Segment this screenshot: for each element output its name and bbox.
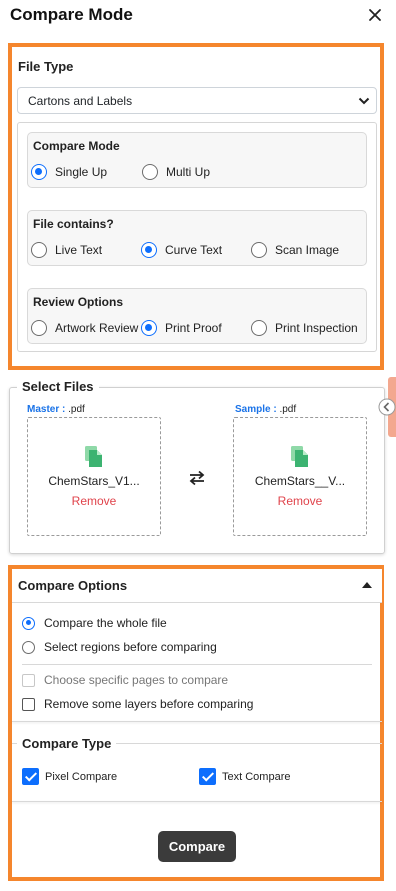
checkbox-label: Remove some layers before comparing (44, 697, 254, 711)
radio-label: Scan Image (275, 243, 340, 257)
radio-label: Compare the whole file (44, 616, 167, 630)
checkbox-label: Text Compare (222, 770, 291, 783)
checkbox-indicator (199, 768, 216, 785)
file-icon (291, 446, 308, 467)
sample-ext: .pdf (276, 404, 297, 415)
radio-label: Single Up (55, 165, 108, 179)
radio-curve-text[interactable]: Curve Text (141, 242, 222, 258)
checkbox-indicator (22, 673, 35, 687)
panel-header: Compare Mode (0, 0, 396, 32)
section-shadow-divider (12, 721, 382, 722)
master-ext: .pdf (65, 404, 85, 415)
compare-button[interactable]: Compare (158, 831, 236, 862)
sample-file-dropzone[interactable]: ChemStars__V... Remove (233, 417, 367, 536)
radio-indicator (141, 242, 157, 258)
radio-print-proof[interactable]: Print Proof (141, 320, 222, 336)
sample-file-name: ChemStars__V... (254, 474, 346, 488)
radio-indicator (31, 320, 47, 336)
radio-indicator (31, 164, 47, 180)
file-icon (85, 446, 102, 467)
close-icon[interactable] (366, 6, 384, 24)
radio-scan-image[interactable]: Scan Image (251, 242, 339, 258)
sample-remove-link[interactable]: Remove (234, 494, 366, 508)
master-label: Master : .pdf (27, 404, 85, 415)
file-type-selected-value: Cartons and Labels (28, 94, 133, 108)
chevron-down-icon (358, 97, 370, 105)
radio-indicator (22, 640, 35, 654)
radio-indicator (31, 242, 47, 258)
checkbox-text-compare[interactable]: Text Compare (199, 768, 290, 785)
radio-indicator (22, 616, 35, 630)
review-options-title: Review Options (33, 295, 124, 309)
radio-select-regions[interactable]: Select regions before comparing (22, 640, 217, 654)
radio-label: Select regions before comparing (44, 640, 217, 654)
file-type-select[interactable]: Cartons and Labels (17, 87, 377, 114)
master-file-name: ChemStars_V1... (48, 474, 140, 488)
file-contains-title: File contains? (33, 217, 114, 231)
radio-indicator (142, 164, 158, 180)
compare-options-title: Compare Options (18, 578, 128, 593)
options-divider (22, 664, 372, 665)
file-type-title: File Type (18, 59, 74, 74)
compare-type-bottom-divider (12, 801, 382, 802)
chevron-left-icon[interactable] (378, 398, 396, 416)
radio-label: Multi Up (166, 165, 211, 179)
checkbox-pixel-compare[interactable]: Pixel Compare (22, 768, 117, 785)
radio-single-up[interactable]: Single Up (31, 164, 107, 180)
radio-live-text[interactable]: Live Text (31, 242, 102, 258)
radio-print-inspection[interactable]: Print Inspection (251, 320, 358, 336)
radio-label: Print Proof (165, 321, 222, 335)
radio-label: Curve Text (165, 243, 223, 257)
compare-mode-title: Compare Mode (33, 139, 120, 153)
checkbox-specific-pages[interactable]: Choose specific pages to compare (22, 673, 228, 687)
radio-label: Print Inspection (275, 321, 358, 335)
radio-compare-whole-file[interactable]: Compare the whole file (22, 616, 167, 630)
checkbox-label: Pixel Compare (45, 770, 118, 783)
radio-indicator (251, 242, 267, 258)
swap-icon[interactable] (187, 470, 207, 486)
radio-multi-up[interactable]: Multi Up (142, 164, 210, 180)
radio-label: Live Text (55, 243, 103, 257)
checkbox-remove-layers[interactable]: Remove some layers before comparing (22, 697, 253, 711)
radio-indicator (251, 320, 267, 336)
caret-up-icon[interactable] (362, 581, 372, 589)
radio-label: Artwork Review (55, 321, 139, 335)
master-remove-link[interactable]: Remove (28, 494, 160, 508)
panel-title: Compare Mode (10, 5, 133, 24)
checkbox-indicator (22, 768, 39, 785)
radio-artwork-review[interactable]: Artwork Review (31, 320, 138, 336)
compare-options-header[interactable]: Compare Options (12, 569, 382, 603)
sample-label: Sample : .pdf (235, 404, 296, 415)
select-files-title: Select Files (17, 379, 99, 394)
sample-label-text: Sample : (235, 404, 277, 415)
master-label-text: Master : (27, 404, 66, 415)
checkbox-indicator (22, 697, 35, 711)
compare-type-title: Compare Type (17, 736, 117, 751)
radio-indicator (141, 320, 157, 336)
master-file-dropzone[interactable]: ChemStars_V1... Remove (27, 417, 161, 536)
checkbox-label: Choose specific pages to compare (44, 673, 229, 687)
